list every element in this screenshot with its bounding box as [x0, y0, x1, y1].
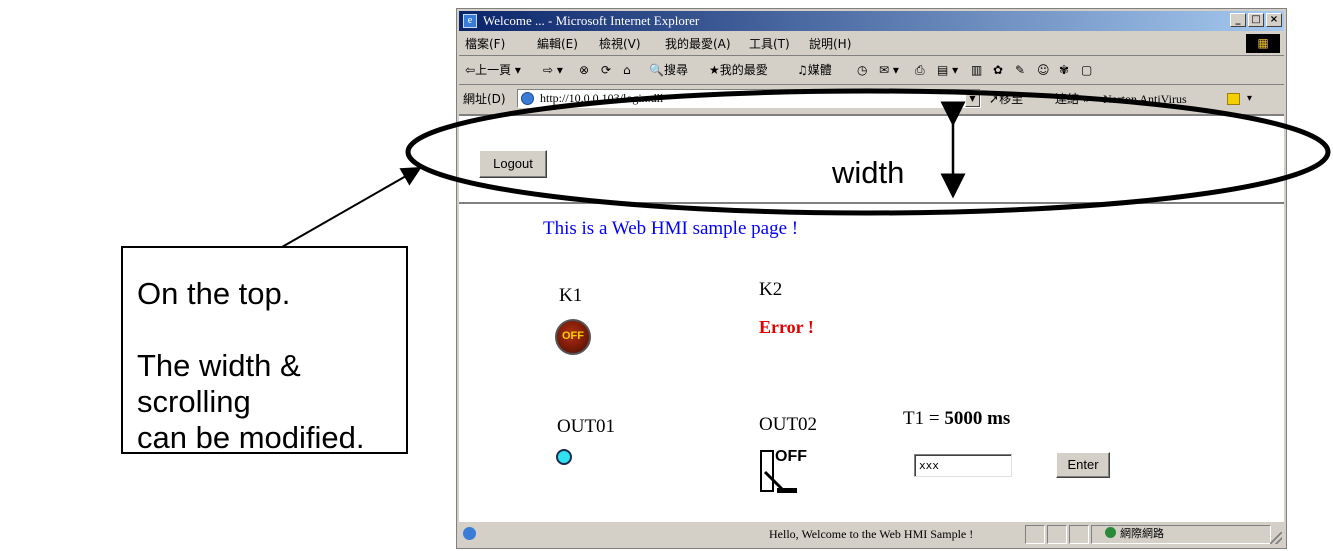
width-annotation-label: width: [832, 155, 905, 190]
enter-button[interactable]: Enter: [1056, 452, 1110, 478]
maximize-button[interactable]: □: [1248, 13, 1264, 27]
callout-line-1: On the top.: [137, 276, 291, 311]
k1-label: K1: [559, 285, 583, 306]
url-text: http://10.0.0.103/login.dll: [540, 91, 664, 105]
menu-favorites[interactable]: 我的最愛(A): [665, 33, 731, 55]
windows-logo-icon: ▦: [1246, 34, 1280, 53]
page-heading: This is a Web HMI sample page !: [543, 218, 799, 239]
k2-label: K2: [759, 279, 783, 300]
refresh-icon[interactable]: ⟳: [601, 57, 611, 84]
main-frame: This is a Web HMI sample page ! K1 OFF K…: [459, 204, 1284, 522]
stop-icon[interactable]: ⊗: [579, 57, 589, 84]
back-label: 上一頁: [475, 63, 512, 77]
menu-bar: 檔案(F) 編輯(E) 檢視(V) 我的最愛(A) 工具(T) 說明(H) ▦: [459, 33, 1284, 56]
norton-button[interactable]: Norton AntiVirus: [1103, 86, 1187, 112]
address-dropdown-icon[interactable]: ▼: [965, 90, 980, 107]
search-label: 搜尋: [663, 63, 688, 77]
menu-file[interactable]: 檔案(F): [465, 33, 505, 55]
k1-off-lamp-icon[interactable]: OFF: [555, 319, 591, 355]
page-icon: [521, 92, 534, 105]
go-label: 移至: [999, 92, 1024, 106]
zone-label: 網際網路: [1120, 527, 1164, 540]
ie-window: e Welcome ... - Microsoft Internet Explo…: [456, 8, 1287, 549]
top-frame: Logout width: [459, 114, 1284, 204]
k1-state: OFF: [562, 330, 584, 342]
messenger-icon[interactable]: ✿: [993, 57, 1003, 84]
home-icon[interactable]: ⌂: [623, 57, 631, 84]
globe-icon: [1105, 527, 1116, 538]
print-icon[interactable]: ⎙: [915, 57, 925, 84]
chevron-down-icon[interactable]: ▾: [1247, 86, 1252, 112]
callout-box: On the top. The width & scrolling can be…: [121, 246, 408, 455]
status-cell: [1025, 525, 1045, 544]
t1-label: T1 =: [903, 408, 945, 429]
media-button[interactable]: ♫媒體: [797, 57, 832, 84]
favorites-button[interactable]: ★我的最愛: [709, 57, 768, 84]
title-bar[interactable]: e Welcome ... - Microsoft Internet Explo…: [459, 11, 1284, 31]
callout-pointer-line: [281, 167, 422, 248]
logout-button[interactable]: Logout: [479, 150, 547, 178]
address-bar: 網址(D) http://10.0.0.103/login.dll ▼ ➚移至 …: [459, 86, 1284, 112]
t1-input[interactable]: xxx: [914, 454, 1012, 477]
window-title: Welcome ... - Microsoft Internet Explore…: [483, 13, 700, 28]
links-button[interactable]: 連結 »: [1055, 86, 1090, 112]
status-cell: [1047, 525, 1067, 544]
media-label: 媒體: [807, 63, 832, 77]
out01-led-icon[interactable]: [556, 449, 572, 465]
out02-switch-icon[interactable]: OFF: [759, 448, 811, 496]
menu-edit[interactable]: 編輯(E): [537, 33, 578, 55]
page-status-icon: [463, 527, 476, 540]
edit-icon[interactable]: ▤ ▾: [937, 57, 958, 84]
t1-value: 5000 ms: [944, 408, 1011, 429]
menu-view[interactable]: 檢視(V): [599, 33, 641, 55]
tool-icon-3[interactable]: ▢: [1081, 57, 1092, 84]
t1-readout: T1 = 5000 ms: [903, 408, 1010, 430]
toolbar: ⇦上一頁 ▾ ⇨ ▾ ⊗ ⟳ ⌂ 🔍搜尋 ★我的最愛 ♫媒體 ◷ ✉ ▾ ⎙ ▤…: [459, 57, 1284, 85]
internet-zone: 網際網路: [1105, 524, 1164, 544]
callout-line-3: can be modified.: [137, 420, 365, 455]
status-message: Hello, Welcome to the Web HMI Sample !: [769, 527, 974, 541]
history-icon[interactable]: ◷: [857, 57, 867, 84]
back-button[interactable]: ⇦上一頁 ▾: [465, 57, 521, 84]
go-button[interactable]: ➚移至: [989, 86, 1023, 112]
k2-error-status: Error !: [759, 317, 814, 337]
forward-button[interactable]: ⇨ ▾: [543, 57, 563, 84]
mail-icon[interactable]: ✉ ▾: [879, 57, 899, 84]
callout-line-2: The width & scrolling: [137, 348, 301, 419]
close-button[interactable]: ×: [1266, 13, 1282, 27]
tool-icon-2[interactable]: ✾: [1059, 57, 1069, 84]
out01-label: OUT01: [557, 416, 616, 437]
favorites-label: 我的最愛: [719, 63, 768, 77]
minimize-button[interactable]: _: [1230, 13, 1246, 27]
out02-state: OFF: [775, 448, 807, 465]
out02-label: OUT02: [759, 414, 818, 435]
address-input[interactable]: http://10.0.0.103/login.dll: [517, 89, 981, 108]
norton-icon[interactable]: [1227, 93, 1240, 105]
resize-grip-icon[interactable]: [1270, 532, 1282, 544]
research-icon[interactable]: ✎: [1015, 57, 1025, 84]
search-button[interactable]: 🔍搜尋: [649, 57, 688, 84]
menu-help[interactable]: 說明(H): [809, 33, 851, 55]
tool-icon-1[interactable]: ☺: [1037, 57, 1050, 84]
ie-logo-icon: e: [463, 14, 477, 28]
status-bar: Hello, Welcome to the Web HMI Sample ! 網…: [459, 524, 1284, 546]
discuss-icon[interactable]: ▥: [971, 57, 982, 84]
address-label: 網址(D): [463, 92, 506, 106]
status-cell: [1069, 525, 1089, 544]
menu-tools[interactable]: 工具(T): [749, 33, 790, 55]
